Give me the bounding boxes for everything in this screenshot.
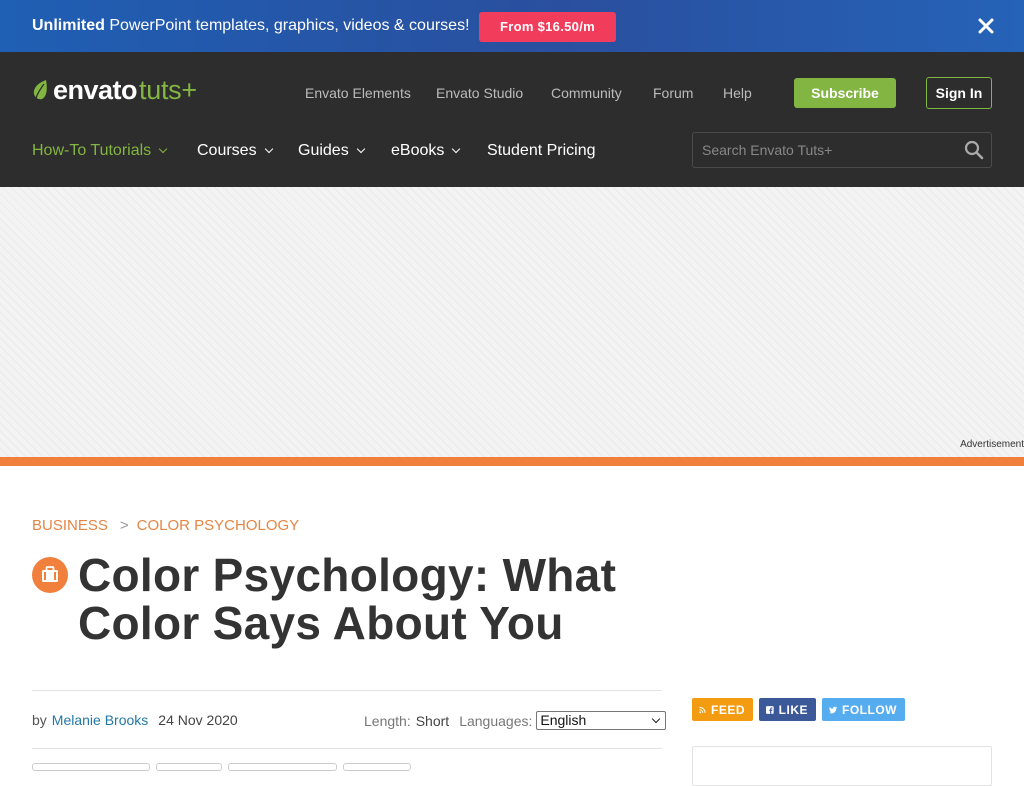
promo-banner: Unlimited PowerPoint templates, graphics… — [0, 0, 1024, 52]
article-info: Length: Short Languages: English — [364, 711, 667, 730]
top-link-forum[interactable]: Forum — [653, 85, 693, 101]
nav-label: eBooks — [391, 142, 445, 159]
language-selected: English — [540, 712, 587, 728]
leaf-icon — [33, 80, 47, 100]
nav-student-pricing[interactable]: Student Pricing — [487, 142, 596, 160]
sign-in-button[interactable]: Sign In — [926, 77, 992, 109]
search-input[interactable] — [693, 133, 953, 167]
category-badge[interactable] — [32, 557, 68, 593]
nav-label: Guides — [298, 142, 349, 159]
site-logo[interactable]: envato tuts+ — [32, 75, 197, 105]
tag-chip[interactable] — [228, 763, 337, 771]
length-value: Short — [415, 712, 450, 729]
briefcase-icon — [42, 566, 58, 582]
facebook-icon — [766, 705, 774, 714]
chevron-down-icon — [158, 144, 168, 154]
article-title: Color Psychology: What Color Says About … — [78, 549, 617, 649]
promo-cta-button[interactable]: From $16.50/m — [479, 12, 616, 42]
ad-slot: Advertisement — [0, 187, 1024, 457]
chevron-down-icon — [264, 144, 273, 154]
follow-label: FOLLOW — [842, 702, 897, 717]
promo-strong: Unlimited — [32, 17, 105, 34]
length-label: Length: — [364, 712, 411, 729]
article-meta: by Melanie Brooks 24 Nov 2020 — [32, 712, 238, 728]
like-button[interactable]: LIKE — [759, 698, 816, 721]
twitter-icon — [829, 706, 838, 713]
feed-label: FEED — [710, 702, 745, 717]
nav-label: Courses — [197, 142, 257, 159]
nav-ebooks[interactable]: eBooks — [391, 142, 461, 160]
by-label: by — [32, 712, 47, 728]
promo-text: Unlimited PowerPoint templates, graphics… — [32, 16, 470, 36]
nav-how-to-tutorials[interactable]: How-To Tutorials — [32, 142, 168, 160]
tag-chip[interactable] — [156, 763, 222, 771]
tag-chip[interactable] — [343, 763, 411, 771]
nav-label: How-To Tutorials — [32, 142, 152, 159]
follow-button[interactable]: FOLLOW — [822, 698, 905, 721]
author-link[interactable]: Melanie Brooks — [52, 712, 149, 728]
subscribe-button[interactable]: Subscribe — [794, 78, 896, 108]
top-link-help[interactable]: Help — [723, 85, 752, 101]
tag-chip[interactable] — [32, 763, 150, 771]
category-color-bar — [0, 457, 1024, 466]
rss-icon — [699, 706, 706, 713]
promo-body: PowerPoint templates, graphics, videos &… — [104, 17, 470, 34]
nav-guides[interactable]: Guides — [298, 142, 365, 160]
breadcrumb-color-psychology[interactable]: COLOR PSYCHOLOGY — [137, 517, 300, 534]
breadcrumb-business[interactable]: BUSINESS — [32, 517, 108, 534]
chevron-down-icon — [356, 144, 365, 154]
top-link-envato-elements[interactable]: Envato Elements — [305, 85, 411, 101]
logo-envato: envato — [53, 74, 138, 105]
divider — [32, 748, 662, 749]
top-link-envato-studio[interactable]: Envato Studio — [436, 85, 523, 101]
publish-date: 24 Nov 2020 — [158, 712, 238, 728]
top-link-community[interactable]: Community — [551, 85, 622, 101]
search-icon[interactable] — [964, 140, 984, 160]
like-label: LIKE — [778, 702, 808, 717]
language-select[interactable]: English — [536, 711, 667, 730]
logo-tuts: tuts+ — [139, 74, 197, 105]
divider — [32, 690, 662, 691]
sidebar-panel — [692, 746, 992, 786]
chevron-down-icon — [452, 144, 461, 154]
chevron-down-icon — [652, 714, 661, 724]
breadcrumb: BUSINESS > COLOR PSYCHOLOGY — [32, 517, 299, 534]
social-buttons: FEED LIKE FOLLOW — [692, 698, 905, 721]
breadcrumb-separator: > — [119, 517, 129, 534]
site-header: envato tuts+ Envato Elements Envato Stud… — [0, 52, 1024, 187]
nav-courses[interactable]: Courses — [197, 142, 273, 160]
close-icon[interactable] — [976, 16, 996, 36]
ad-label: Advertisement — [960, 439, 1024, 450]
feed-button[interactable]: FEED — [692, 698, 753, 721]
languages-label: Languages: — [459, 712, 533, 729]
nav-label: Student Pricing — [487, 142, 596, 159]
tag-list — [32, 763, 411, 771]
search-box — [692, 132, 992, 168]
